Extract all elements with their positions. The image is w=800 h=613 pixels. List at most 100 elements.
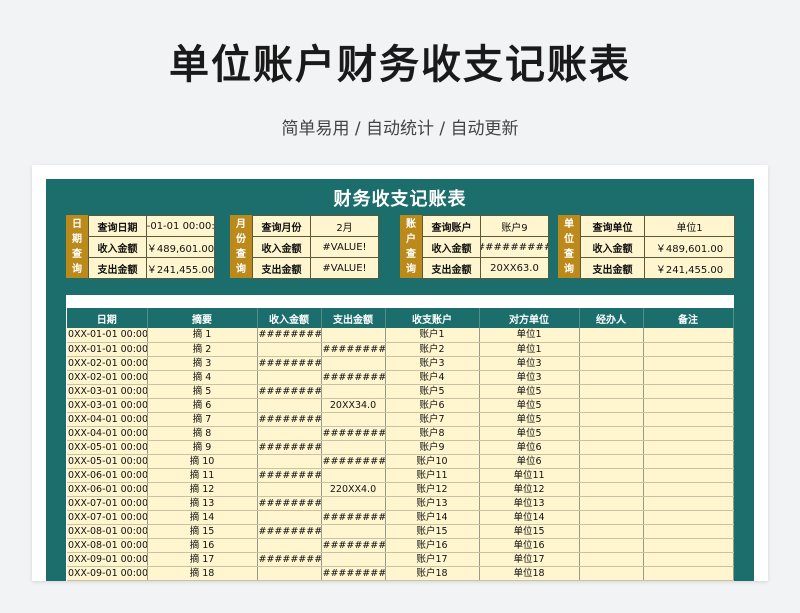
expense-cell[interactable]: ########## (321, 370, 386, 385)
summary-cell[interactable]: 摘 6 (147, 398, 258, 413)
note-cell[interactable] (643, 482, 734, 497)
summary-cell[interactable]: 摘 2 (147, 342, 258, 357)
handler-cell[interactable] (579, 524, 644, 539)
handler-cell[interactable] (579, 496, 644, 511)
account-cell[interactable]: 账户14 (385, 510, 480, 525)
note-cell[interactable] (643, 510, 734, 525)
summary-cell[interactable]: 摘 10 (147, 454, 258, 469)
note-cell[interactable] (643, 468, 734, 483)
summary-cell[interactable]: 摘 13 (147, 496, 258, 511)
note-cell[interactable] (643, 328, 734, 343)
date-cell[interactable]: 0XX-01-01 00:00:0 (67, 342, 148, 357)
account-cell[interactable]: 账户9 (385, 440, 480, 455)
summary-cell[interactable]: 摘 16 (147, 538, 258, 553)
summary-cell[interactable]: 摘 3 (147, 356, 258, 371)
account-cell[interactable]: 账户10 (385, 454, 480, 469)
counterparty-cell[interactable]: 单位5 (479, 398, 580, 413)
note-cell[interactable] (643, 426, 734, 441)
query-value-cell[interactable]: 账户9 (481, 216, 549, 237)
income-cell[interactable]: ########## (257, 356, 322, 371)
date-cell[interactable]: 0XX-06-01 00:00:0 (67, 468, 148, 483)
note-cell[interactable] (643, 552, 734, 567)
handler-cell[interactable] (579, 412, 644, 427)
query-value-cell[interactable]: 单位1 (645, 216, 735, 237)
summary-cell[interactable]: 摘 1 (147, 328, 258, 343)
account-cell[interactable]: 账户2 (385, 342, 480, 357)
account-cell[interactable]: 账户15 (385, 524, 480, 539)
counterparty-cell[interactable]: 单位3 (479, 370, 580, 385)
counterparty-cell[interactable]: 单位5 (479, 412, 580, 427)
handler-cell[interactable] (579, 454, 644, 469)
income-cell[interactable] (257, 538, 322, 553)
handler-cell[interactable] (579, 370, 644, 385)
summary-cell[interactable]: 摘 15 (147, 524, 258, 539)
expense-cell[interactable] (321, 468, 386, 483)
counterparty-cell[interactable]: 单位17 (479, 552, 580, 567)
date-cell[interactable]: 0XX-07-01 00:00:0 (67, 496, 148, 511)
counterparty-cell[interactable]: 单位16 (479, 538, 580, 553)
note-cell[interactable] (643, 342, 734, 357)
expense-cell[interactable]: ########## (321, 510, 386, 525)
handler-cell[interactable] (579, 398, 644, 413)
note-cell[interactable] (643, 370, 734, 385)
income-cell[interactable] (257, 426, 322, 441)
expense-cell[interactable] (321, 412, 386, 427)
counterparty-cell[interactable]: 单位12 (479, 482, 580, 497)
income-cell[interactable] (257, 454, 322, 469)
expense-cell[interactable] (321, 384, 386, 399)
handler-cell[interactable] (579, 342, 644, 357)
date-cell[interactable]: 0XX-09-01 00:00:0 (67, 566, 148, 581)
expense-cell[interactable] (321, 496, 386, 511)
expense-cell[interactable] (321, 356, 386, 371)
account-cell[interactable]: 账户17 (385, 552, 480, 567)
summary-cell[interactable]: 摘 9 (147, 440, 258, 455)
counterparty-cell[interactable]: 单位1 (479, 342, 580, 357)
query-value-cell[interactable]: ￥241,455.00 (147, 258, 215, 279)
expense-cell[interactable]: ########## (321, 538, 386, 553)
note-cell[interactable] (643, 538, 734, 553)
counterparty-cell[interactable]: 单位1 (479, 328, 580, 343)
expense-cell[interactable]: ########## (321, 454, 386, 469)
summary-cell[interactable]: 摘 17 (147, 552, 258, 567)
handler-cell[interactable] (579, 440, 644, 455)
handler-cell[interactable] (579, 510, 644, 525)
account-cell[interactable]: 账户8 (385, 426, 480, 441)
query-value-cell[interactable]: ￥241,455.00 (645, 258, 735, 279)
summary-cell[interactable]: 摘 5 (147, 384, 258, 399)
account-cell[interactable]: 账户13 (385, 496, 480, 511)
query-value-cell[interactable]: 2月 (311, 216, 379, 237)
counterparty-cell[interactable]: 单位18 (479, 566, 580, 581)
counterparty-cell[interactable]: 单位6 (479, 440, 580, 455)
query-value-cell[interactable]: 20XX63.0 (481, 258, 549, 279)
account-cell[interactable]: 账户5 (385, 384, 480, 399)
expense-cell[interactable]: ########## (321, 342, 386, 357)
summary-cell[interactable]: 摘 8 (147, 426, 258, 441)
counterparty-cell[interactable]: 单位14 (479, 510, 580, 525)
expense-cell[interactable] (321, 440, 386, 455)
query-value-cell[interactable]: #VALUE! (311, 258, 379, 279)
date-cell[interactable]: 0XX-05-01 00:00:0 (67, 440, 148, 455)
expense-cell[interactable] (321, 328, 386, 343)
income-cell[interactable] (257, 398, 322, 413)
account-cell[interactable]: 账户7 (385, 412, 480, 427)
note-cell[interactable] (643, 496, 734, 511)
account-cell[interactable]: 账户11 (385, 468, 480, 483)
note-cell[interactable] (643, 566, 734, 581)
handler-cell[interactable] (579, 552, 644, 567)
note-cell[interactable] (643, 384, 734, 399)
handler-cell[interactable] (579, 384, 644, 399)
date-cell[interactable]: 0XX-02-01 00:00:0 (67, 356, 148, 371)
date-cell[interactable]: 0XX-06-01 00:00:0 (67, 482, 148, 497)
account-cell[interactable]: 账户16 (385, 538, 480, 553)
date-cell[interactable]: 0XX-01-01 00:00:0 (67, 328, 148, 343)
income-cell[interactable]: ########## (257, 524, 322, 539)
handler-cell[interactable] (579, 566, 644, 581)
account-cell[interactable]: 账户3 (385, 356, 480, 371)
income-cell[interactable] (257, 566, 322, 581)
note-cell[interactable] (643, 454, 734, 469)
expense-cell[interactable]: ########## (321, 426, 386, 441)
date-cell[interactable]: 0XX-04-01 00:00:0 (67, 412, 148, 427)
date-cell[interactable]: 0XX-09-01 00:00:0 (67, 552, 148, 567)
handler-cell[interactable] (579, 426, 644, 441)
query-value-cell[interactable]: ￥489,601.00 (645, 237, 735, 258)
